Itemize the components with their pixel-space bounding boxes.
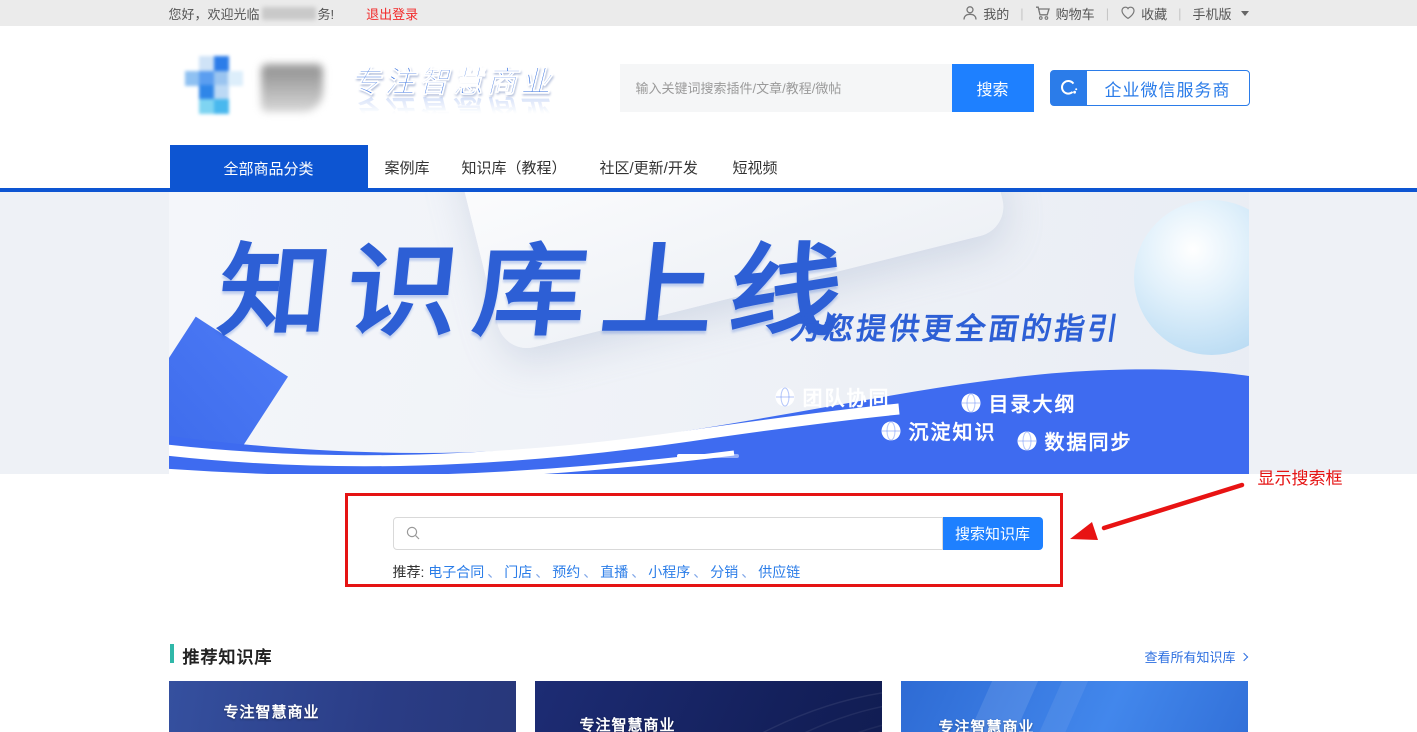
banner-feature: 团队协同 [775, 382, 891, 411]
main-nav: 全部商品分类 案例库 知识库（教程） 社区/更新/开发 短视频 [0, 145, 1417, 192]
globe-icon [961, 393, 981, 413]
heart-icon [1120, 5, 1136, 21]
nav-community[interactable]: 社区/更新/开发 [600, 145, 698, 192]
feature-label: 目录大纲 [989, 388, 1077, 417]
tagline: 专注智慧商业 专注智慧商业 [351, 68, 555, 124]
banner-feature: 目录大纲 [961, 388, 1077, 417]
mobile-label: 手机版 [1192, 4, 1231, 23]
kb-search-button[interactable]: 搜索知识库 [943, 517, 1043, 550]
banner-strip: 知识库上线 为您提供更全面的指引 团队协同 目录大纲 沉淀 [0, 192, 1417, 474]
recommended-kb-section-header: 推荐知识库 查看所有知识库 [169, 642, 1249, 666]
separator: 、 [631, 564, 645, 580]
feature-label: 团队协同 [803, 382, 891, 411]
section-accent-bar [170, 644, 174, 663]
annotation-arrow [1062, 477, 1257, 549]
recommend-link[interactable]: 电子合同 [428, 564, 484, 580]
cart-icon [1035, 5, 1051, 21]
main-content: 搜索知识库 推荐: 电子合同、门店、预约、直播、小程序、分销、供应链 显示搜索框… [169, 474, 1249, 728]
separator: | [1178, 6, 1181, 21]
chevron-right-icon [1239, 653, 1247, 661]
kb-search-input[interactable] [393, 517, 943, 550]
logo-pixelated-icon [185, 56, 243, 114]
topbar: 您好，欢迎光临 务! 退出登录 我的 | 购物车 | [0, 0, 1417, 26]
greeting-suffix: 务! [318, 4, 335, 23]
banner-feature: 沉淀知识 [881, 416, 997, 445]
recommend-link[interactable]: 预约 [552, 564, 580, 580]
globe-icon [775, 387, 795, 407]
wechat-service-button[interactable]: 企业微信服务商 [1050, 70, 1250, 106]
kb-card[interactable]: 专注智慧商业 [535, 681, 882, 732]
kb-card-title: 专注智慧商业 [939, 716, 1035, 732]
separator: | [1020, 6, 1023, 21]
logo-blurred-text [261, 64, 323, 112]
globe-icon [1017, 431, 1037, 451]
banner-feature: 数据同步 [1017, 426, 1133, 455]
separator: 、 [741, 564, 755, 580]
recommend-link[interactable]: 门店 [504, 564, 532, 580]
cart-link[interactable]: 购物车 [1035, 4, 1095, 23]
globe-icon [881, 421, 901, 441]
site-logo[interactable] [185, 56, 323, 114]
annotation-text: 显示搜索框 [1258, 464, 1343, 489]
annotation-highlight-box: 搜索知识库 推荐: 电子合同、门店、预约、直播、小程序、分销、供应链 [345, 493, 1063, 587]
feature-label: 数据同步 [1045, 426, 1133, 455]
my-label: 我的 [983, 4, 1009, 23]
chevron-down-icon [1241, 11, 1249, 16]
greeting: 您好，欢迎光临 务! [169, 4, 335, 23]
kb-card-row: 专注智慧商业 专注智慧商业 专注智慧商业 [169, 681, 1248, 732]
wechat-work-icon [1051, 71, 1087, 105]
banner-tech-sphere [1134, 200, 1249, 355]
separator: 、 [535, 564, 549, 580]
view-all-label: 查看所有知识库 [1144, 647, 1235, 666]
banner-slide[interactable]: 知识库上线 为您提供更全面的指引 团队协同 目录大纲 沉淀 [169, 192, 1249, 474]
my-account-link[interactable]: 我的 [962, 4, 1009, 23]
wechat-service-label: 企业微信服务商 [1087, 71, 1249, 105]
separator: 、 [583, 564, 597, 580]
mobile-version-menu[interactable]: 手机版 [1192, 4, 1248, 23]
favorites-label: 收藏 [1141, 4, 1167, 23]
nav-short-video[interactable]: 短视频 [733, 145, 778, 192]
recommend-link[interactable]: 直播 [600, 564, 628, 580]
kb-card[interactable]: 专注智慧商业 [901, 681, 1248, 732]
nav-case-library[interactable]: 案例库 [385, 145, 430, 192]
nav-knowledge-base[interactable]: 知识库（教程） [462, 145, 567, 192]
banner-subtitle: 为您提供更全面的指引 [787, 304, 1123, 348]
kb-card-title: 专注智慧商业 [224, 701, 320, 722]
section-title: 推荐知识库 [183, 643, 273, 668]
user-icon [962, 5, 978, 21]
cart-label: 购物车 [1056, 4, 1095, 23]
nav-all-categories[interactable]: 全部商品分类 [170, 145, 368, 192]
greeting-prefix: 您好，欢迎光临 [169, 4, 260, 23]
view-all-link[interactable]: 查看所有知识库 [1144, 647, 1246, 666]
feature-label: 沉淀知识 [909, 416, 997, 445]
header-search-input[interactable] [620, 64, 952, 112]
favorites-link[interactable]: 收藏 [1120, 4, 1167, 23]
banner-title: 知识库上线 [213, 242, 862, 342]
recommend-label: 推荐: [393, 564, 425, 580]
header: 专注智慧商业 专注智慧商业 搜索 企业微信服务商 [0, 26, 1417, 145]
separator: 、 [693, 564, 707, 580]
kb-recommend-row: 推荐: 电子合同、门店、预约、直播、小程序、分销、供应链 [393, 562, 801, 582]
blurred-shop-name [262, 7, 316, 20]
recommend-link[interactable]: 分销 [710, 564, 738, 580]
kb-card-title: 专注智慧商业 [580, 714, 676, 732]
logout-link[interactable]: 退出登录 [366, 4, 418, 23]
tagline-reflection: 专注智慧商业 [351, 94, 555, 124]
recommend-link[interactable]: 小程序 [648, 564, 690, 580]
carousel-dot-active[interactable] [677, 454, 706, 458]
separator: 、 [487, 564, 501, 580]
recommend-link[interactable]: 供应链 [758, 564, 800, 580]
kb-card[interactable]: 专注智慧商业 [169, 681, 516, 732]
carousel-dot[interactable] [711, 454, 739, 458]
separator: | [1106, 6, 1109, 21]
header-search-button[interactable]: 搜索 [952, 64, 1034, 112]
